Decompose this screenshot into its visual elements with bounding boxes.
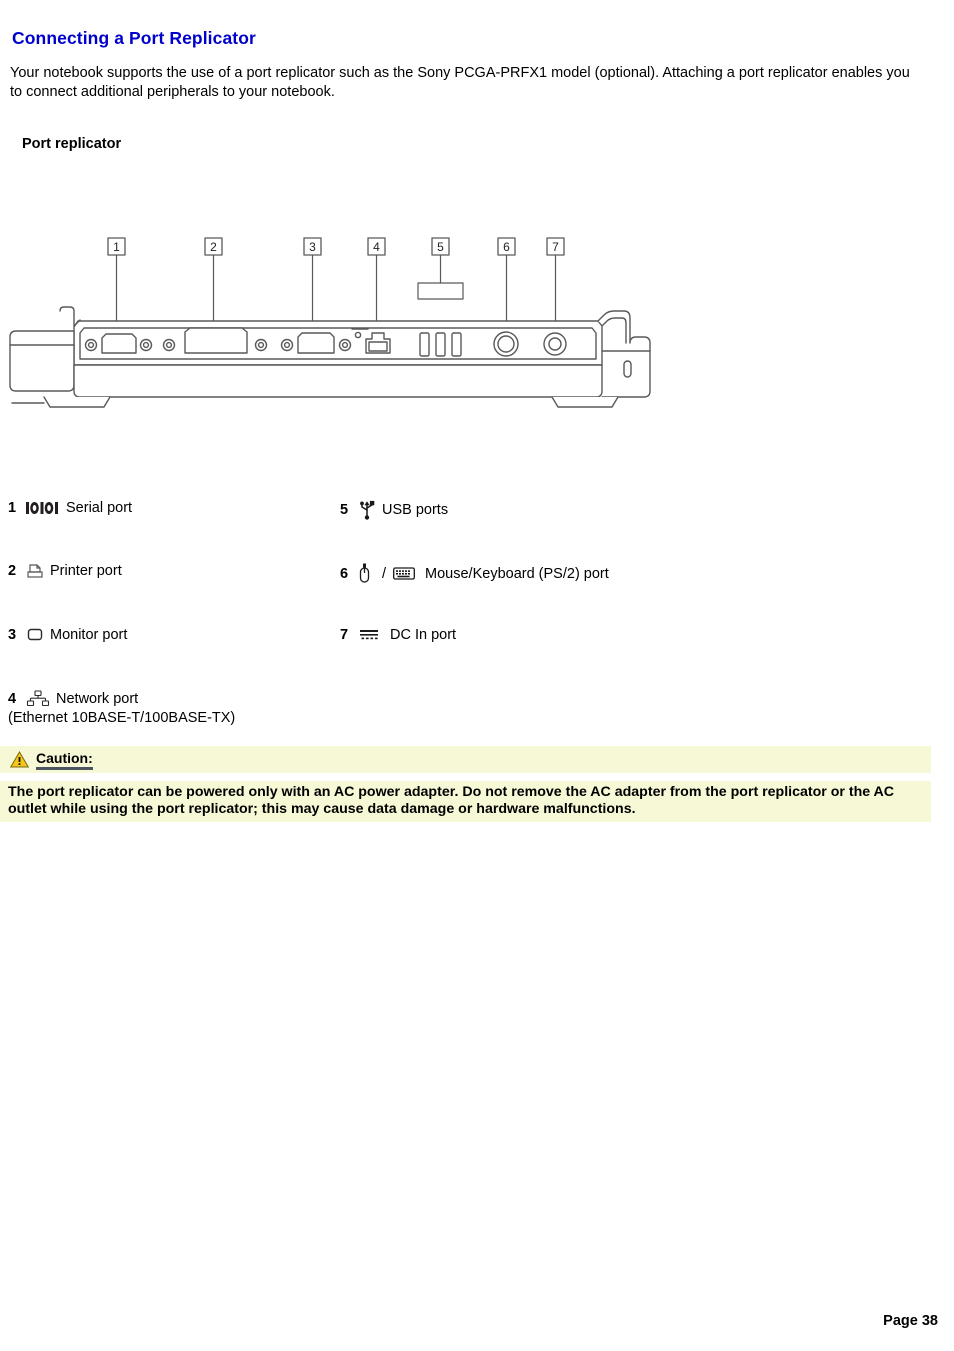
caution-heading: Caution: (36, 750, 93, 770)
callout-label-5: 5 (437, 240, 444, 254)
section-subheading: Port replicator (22, 136, 122, 152)
intro-paragraph: Your notebook supports the use of a port… (10, 65, 910, 100)
dc-in-port-icon (358, 628, 380, 642)
legend-number: 3 (8, 627, 17, 643)
legend-label: Serial port (66, 500, 133, 516)
legend-label: USB ports (382, 502, 449, 518)
legend-label: Printer port (50, 563, 122, 579)
legend-item-network-port: 4 Network port (8, 690, 138, 707)
serial-port-icon (26, 501, 60, 515)
callout-label-2: 2 (210, 240, 217, 254)
legend-number: 6 (340, 565, 349, 582)
page-title: Connecting a Port Replicator (12, 28, 256, 48)
caution-header: Caution: (0, 746, 931, 773)
legend-number: 5 (340, 502, 349, 518)
keyboard-icon (393, 566, 415, 581)
legend-item-dc-in-port: 7 DC In port (340, 627, 456, 643)
legend-item-mouse-keyboard-port: 6 / Mouse/Keyboard (PS/2) port (340, 563, 609, 584)
callout-label-7: 7 (552, 240, 559, 254)
callout-label-6: 6 (503, 240, 510, 254)
page-number-footer: Page 38 (883, 1313, 938, 1329)
legend-number: 1 (8, 500, 17, 516)
port-replicator-figure: 1 2 3 4 5 6 7 (0, 225, 700, 415)
legend-number: 4 (8, 690, 17, 707)
printer-port-icon (26, 563, 44, 579)
document-page: Connecting a Port Replicator Your notebo… (0, 0, 954, 1351)
legend-label: Network port (56, 690, 139, 707)
monitor-port-icon (26, 627, 44, 643)
caution-body-text: The port replicator can be powered only … (0, 781, 931, 822)
legend-label: Mouse/Keyboard (PS/2) port (425, 565, 609, 582)
usb-port-icon (358, 500, 376, 520)
legend-item-serial-port: 1 Serial port (8, 500, 132, 516)
warning-triangle-icon (10, 751, 29, 768)
port-legend: 1 Serial port 2 Printer port 3 Monitor p… (0, 494, 954, 734)
callout-label-4: 4 (373, 240, 380, 254)
legend-number: 7 (340, 627, 349, 643)
legend-item-printer-port: 2 Printer port (8, 563, 122, 579)
legend-number: 2 (8, 563, 17, 579)
legend-item-usb-ports: 5 USB ports (340, 500, 448, 520)
mouse-icon (358, 563, 371, 584)
callout-label-1: 1 (113, 240, 120, 254)
legend-label: DC In port (390, 627, 457, 643)
legend-item-monitor-port: 3 Monitor port (8, 627, 127, 643)
callout-label-3: 3 (309, 240, 316, 254)
network-port-subtext: (Ethernet 10BASE-T/100BASE-TX) (8, 710, 236, 726)
network-port-icon (26, 690, 50, 707)
legend-label: Monitor port (50, 627, 128, 643)
icon-separator: / (382, 565, 387, 582)
caution-divider (0, 773, 931, 781)
